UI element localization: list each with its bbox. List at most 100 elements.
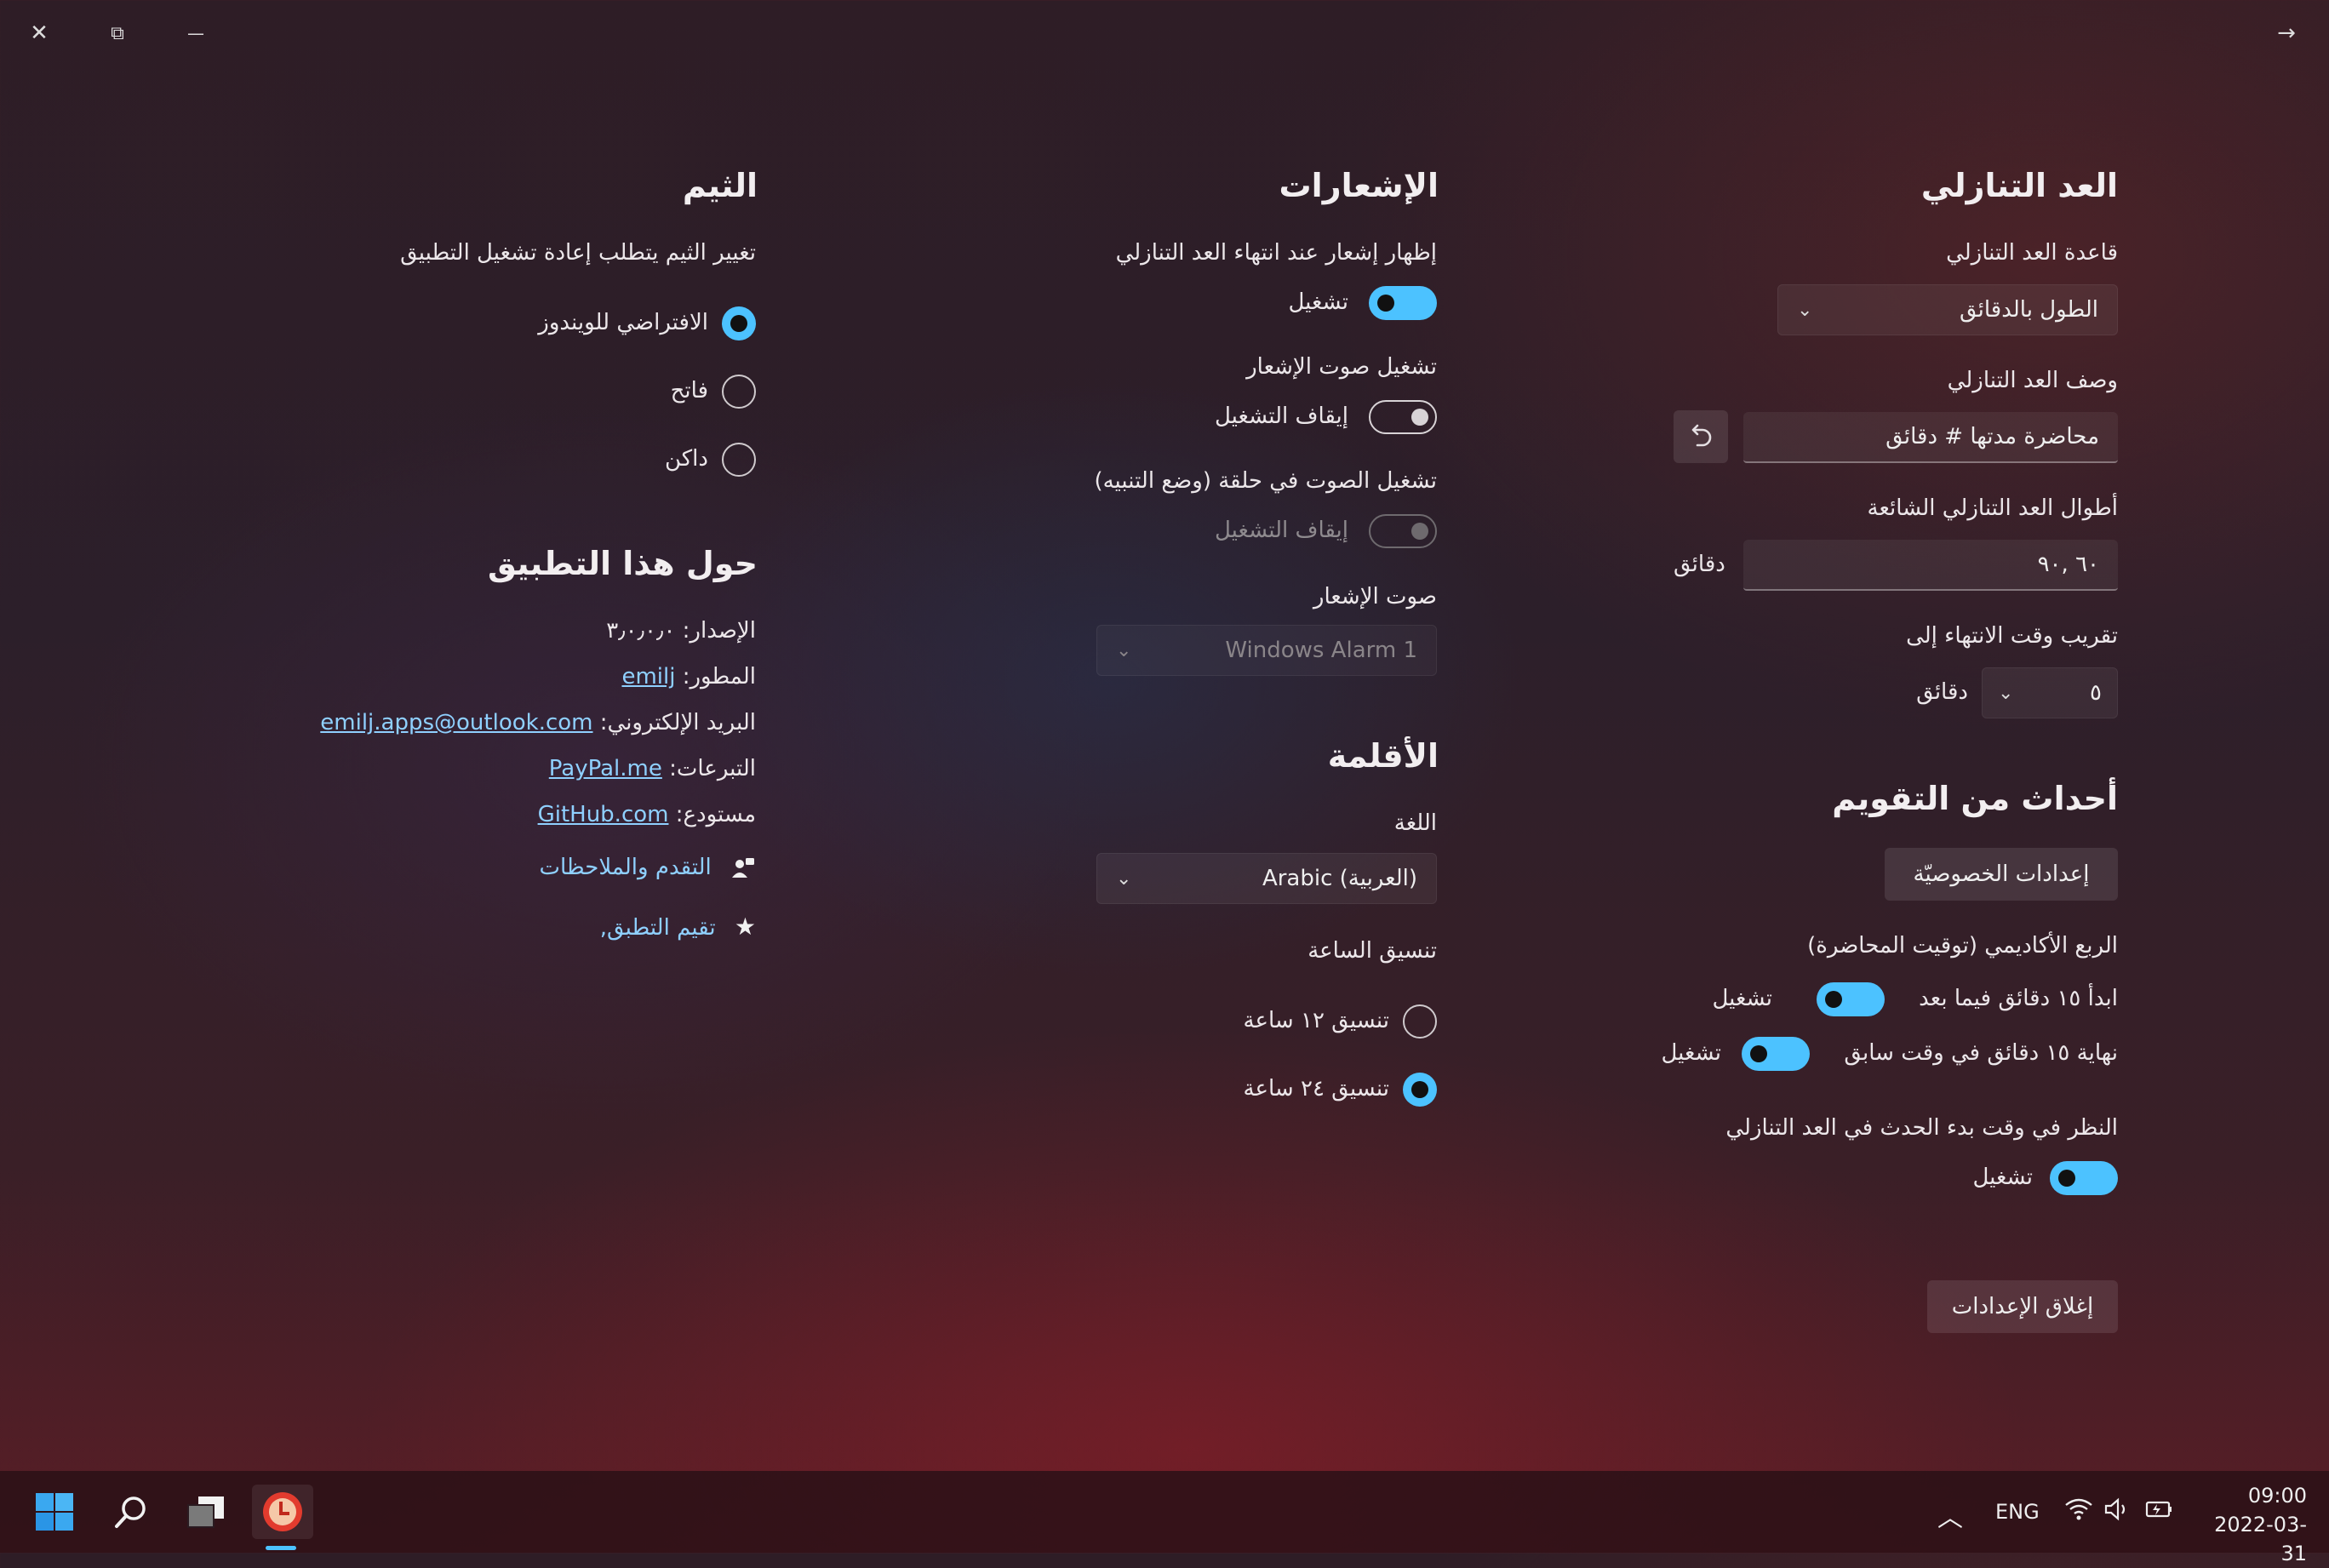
common-lengths-unit: دقائق: [1674, 552, 1725, 577]
format-24-radio[interactable]: [1403, 1073, 1437, 1107]
developer-label: المطور:: [682, 664, 756, 690]
person-feedback-icon: [732, 857, 754, 878]
chevron-down-icon: ⌄: [1116, 867, 1132, 890]
countdown-description-label: وصف العد التنازلي: [1947, 368, 2118, 393]
repo-row: مستودع: GitHub.com: [538, 802, 756, 827]
loop-sound-toggle[interactable]: [1369, 514, 1437, 548]
theme-option-default: الافتراضي للويندوز: [538, 310, 708, 335]
language-value: Arabic (العربية): [1262, 866, 1417, 891]
donations-row: التبرعات: PayPal.me: [549, 756, 756, 781]
minimize-icon: —: [187, 23, 204, 43]
search-button[interactable]: [104, 1485, 158, 1539]
theme-radio-light[interactable]: [722, 375, 756, 409]
close-icon: ✕: [30, 20, 49, 46]
consider-start-state: تشغيل: [1972, 1165, 2033, 1190]
network-button[interactable]: [2063, 1496, 2094, 1527]
end-earlier-state: تشغيل: [1661, 1040, 1721, 1066]
countdown-heading: العد التنازلي: [1920, 167, 2118, 204]
repo-label: مستودع:: [675, 802, 756, 827]
end-earlier-toggle[interactable]: [1742, 1037, 1810, 1071]
battery-charging-icon: [2145, 1501, 2172, 1518]
theme-option-light: فاتح: [670, 378, 708, 403]
notification-tone-value: Windows Alarm 1: [1225, 638, 1417, 663]
theme-heading: الثيم: [682, 167, 758, 204]
repo-link[interactable]: GitHub.com: [538, 802, 669, 827]
chevron-down-icon: ⌄: [1998, 682, 2014, 704]
format-24-label: تنسيق ٢٤ ساعة: [1243, 1076, 1389, 1102]
version-label: الإصدار:: [682, 618, 756, 644]
language-dropdown[interactable]: ⌄ Arabic (العربية): [1096, 853, 1437, 904]
developer-row: المطور: emilj: [621, 664, 756, 690]
rate-link[interactable]: تقيم التطبق,: [600, 915, 716, 941]
notification-tone-dropdown[interactable]: ⌄ Windows Alarm 1: [1096, 625, 1437, 676]
back-button[interactable]: →: [2261, 12, 2312, 54]
countdown-basis-value: الطول بالدقائق: [1959, 297, 2098, 323]
volume-button[interactable]: [2103, 1496, 2132, 1527]
round-end-dropdown[interactable]: ⌄ ٥: [1982, 667, 2118, 718]
about-heading: حول هذا التطبيق: [487, 545, 758, 582]
countdown-basis-dropdown[interactable]: ⌄ الطول بالدقائق: [1777, 284, 2118, 335]
theme-option-dark: داكن: [665, 446, 708, 472]
privacy-settings-button[interactable]: إعدادات الخصوصيّة: [1885, 848, 2118, 901]
calendar-heading: أحداث من التقويم: [1832, 780, 2118, 817]
start-button[interactable]: [27, 1485, 82, 1539]
taskbar: ︿ ENG 09:00 2022-03-31: [0, 1471, 2329, 1565]
countdown-description-input[interactable]: محاضرة مدتها # دقائق: [1743, 412, 2118, 463]
donations-label: التبرعات:: [669, 756, 756, 781]
restore-window-button[interactable]: ⧉: [92, 12, 143, 54]
clock-app-icon: [263, 1492, 302, 1531]
clock-time: 09:00: [2247, 1484, 2307, 1508]
task-view-button[interactable]: [179, 1485, 233, 1539]
time-format-label: تنسيق الساعة: [1308, 938, 1437, 964]
feedback-link[interactable]: التقدم والملاحظات: [540, 855, 712, 880]
active-app-indicator: [266, 1546, 296, 1550]
feedback-row[interactable]: التقدم والملاحظات: [540, 855, 756, 881]
language-indicator[interactable]: ENG: [1995, 1500, 2040, 1524]
end-earlier-label: نهاية ١٥ دقائق في وقت سابق: [1844, 1040, 2118, 1066]
theme-radio-dark[interactable]: [722, 443, 756, 477]
theme-note: تغيير الثيم يتطلب إعادة تشغيل التطبيق: [400, 240, 756, 266]
consider-start-label: النظر في وقت بدء الحدث في العد التنازلي: [1725, 1115, 2118, 1141]
close-window-button[interactable]: ✕: [14, 12, 65, 54]
search-icon: [115, 1496, 146, 1528]
clock[interactable]: 09:00 2022-03-31: [2201, 1481, 2307, 1568]
close-settings-button[interactable]: إغلاق الإعدادات: [1927, 1280, 2118, 1333]
chevron-down-icon: ⌄: [1797, 299, 1813, 321]
round-end-value: ٥: [2090, 680, 2102, 706]
developer-link[interactable]: emilj: [621, 664, 675, 690]
notification-sound-label: تشغيل صوت الإشعار: [1246, 354, 1437, 380]
show-notification-state: تشغيل: [1288, 289, 1348, 315]
consider-start-toggle[interactable]: [2050, 1161, 2118, 1195]
notification-sound-toggle[interactable]: [1369, 400, 1437, 434]
countdown-app-taskbar-button[interactable]: [252, 1485, 313, 1539]
common-lengths-label: أطوال العد التنازلي الشائعة: [1867, 495, 2118, 521]
wifi-icon: [2065, 1498, 2092, 1520]
start-later-label: ابدأ ١٥ دقائق فيما بعد: [1919, 986, 2118, 1011]
version-value: ٣٫٠٫٠٫٠: [606, 618, 676, 644]
rate-row[interactable]: ★ تقيم التطبق,: [600, 913, 756, 941]
notification-tone-label: صوت الإشعار: [1313, 584, 1437, 609]
theme-radio-default[interactable]: [722, 306, 756, 340]
show-notification-label: إظهار إشعار عند انتهاء العد التنازلي: [1115, 240, 1437, 266]
task-view-icon: [187, 1496, 224, 1528]
notification-sound-state: إيقاف التشغيل: [1214, 403, 1348, 429]
loop-sound-label: تشغيل الصوت في حلقة (وضع التنبيه): [1094, 468, 1437, 494]
show-notification-toggle[interactable]: [1369, 286, 1437, 320]
windows-logo-icon: [36, 1493, 73, 1531]
clock-date: 2022-03-31: [2214, 1513, 2307, 1565]
email-link[interactable]: emilj.apps@outlook.com: [320, 710, 592, 735]
reset-description-button[interactable]: [1674, 410, 1728, 463]
language-label: اللغة: [1393, 810, 1437, 836]
chevron-down-icon: ⌄: [1116, 639, 1132, 661]
format-12-radio[interactable]: [1403, 1004, 1437, 1039]
minimize-window-button[interactable]: —: [170, 12, 221, 54]
restore-icon: ⧉: [111, 22, 124, 44]
round-end-unit: دقائق: [1916, 679, 1968, 705]
common-lengths-input[interactable]: ٦٠ ,٩٠: [1743, 540, 2118, 591]
show-hidden-icons-button[interactable]: ︿: [1937, 1496, 1963, 1534]
battery-button[interactable]: [2143, 1496, 2174, 1527]
start-later-toggle[interactable]: [1817, 982, 1885, 1016]
email-row: البريد الإلكتروني: emilj.apps@outlook.co…: [320, 710, 756, 735]
round-end-label: تقريب وقت الانتهاء إلى: [1906, 623, 2118, 649]
donations-link[interactable]: PayPal.me: [549, 756, 662, 781]
